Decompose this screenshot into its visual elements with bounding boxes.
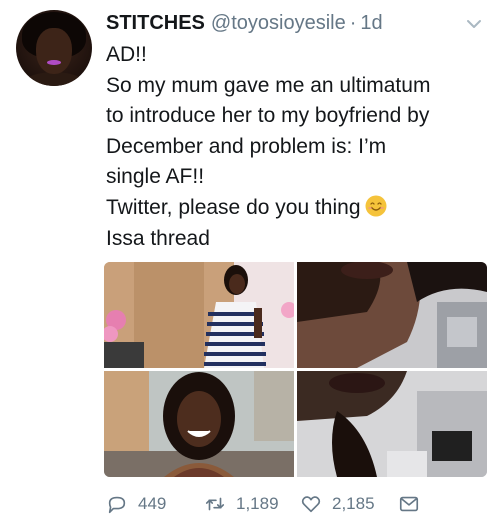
photo-woman-smiling-image [104,371,294,477]
tweet-text-line: December and problem is: I’m [106,134,387,158]
photo-selfie-closeup[interactable] [297,262,487,368]
photo-selfie-car[interactable] [297,371,487,477]
smiling-face-emoji-icon [365,195,386,217]
user-handle[interactable]: @toyosioyesile [211,12,346,35]
avatar-face [36,28,72,74]
like-icon [301,496,321,513]
direct-message-icon [399,496,419,512]
photo-woman-striped-dress[interactable] [104,262,294,368]
retweet-button[interactable]: 1,189 [204,493,300,515]
tweet-text-line-with-emoji: Twitter, please do you thing [106,193,486,224]
avatar-lips [47,60,61,65]
chevron-down-icon[interactable] [463,14,485,34]
tweet-actions: 449 1,189 2,185 [106,490,430,518]
reply-button[interactable]: 449 [106,493,204,515]
timestamp[interactable]: 1d [360,12,382,35]
tweet-text-line: Issa thread [106,226,210,250]
retweet-count: 1,189 [236,494,279,513]
tweet-text-line: Twitter, please do you thing [106,195,361,219]
avatar[interactable] [16,10,92,86]
tweet-text-line: single AF!! [106,165,205,189]
reply-count: 449 [138,494,167,513]
tweet-text-line: to introduce her to my boyfriend by [106,104,430,128]
photo-selfie-car-image [297,371,487,477]
tweet-text-line: AD!! [106,43,147,66]
photo-selfie-closeup-image [297,262,487,368]
like-count: 2,185 [332,494,375,513]
direct-message-button[interactable] [398,493,430,515]
like-button[interactable]: 2,185 [300,493,398,515]
photo-woman-smiling[interactable] [104,371,294,477]
display-name[interactable]: STITCHES [106,12,205,35]
avatar-shoulder [20,72,88,86]
separator-dot: · [349,12,357,34]
tweet-text-line: So my mum gave me an ultimatum [106,73,431,97]
reply-icon [108,496,126,514]
media-grid[interactable] [104,262,487,477]
tweet-header: STITCHES @toyosioyesile · 1d [106,12,383,38]
tweet-text: AD!! So my mum gave me an ultimatum to i… [106,40,486,254]
photo-woman-striped-dress-image [104,262,294,368]
retweet-icon [205,497,225,511]
